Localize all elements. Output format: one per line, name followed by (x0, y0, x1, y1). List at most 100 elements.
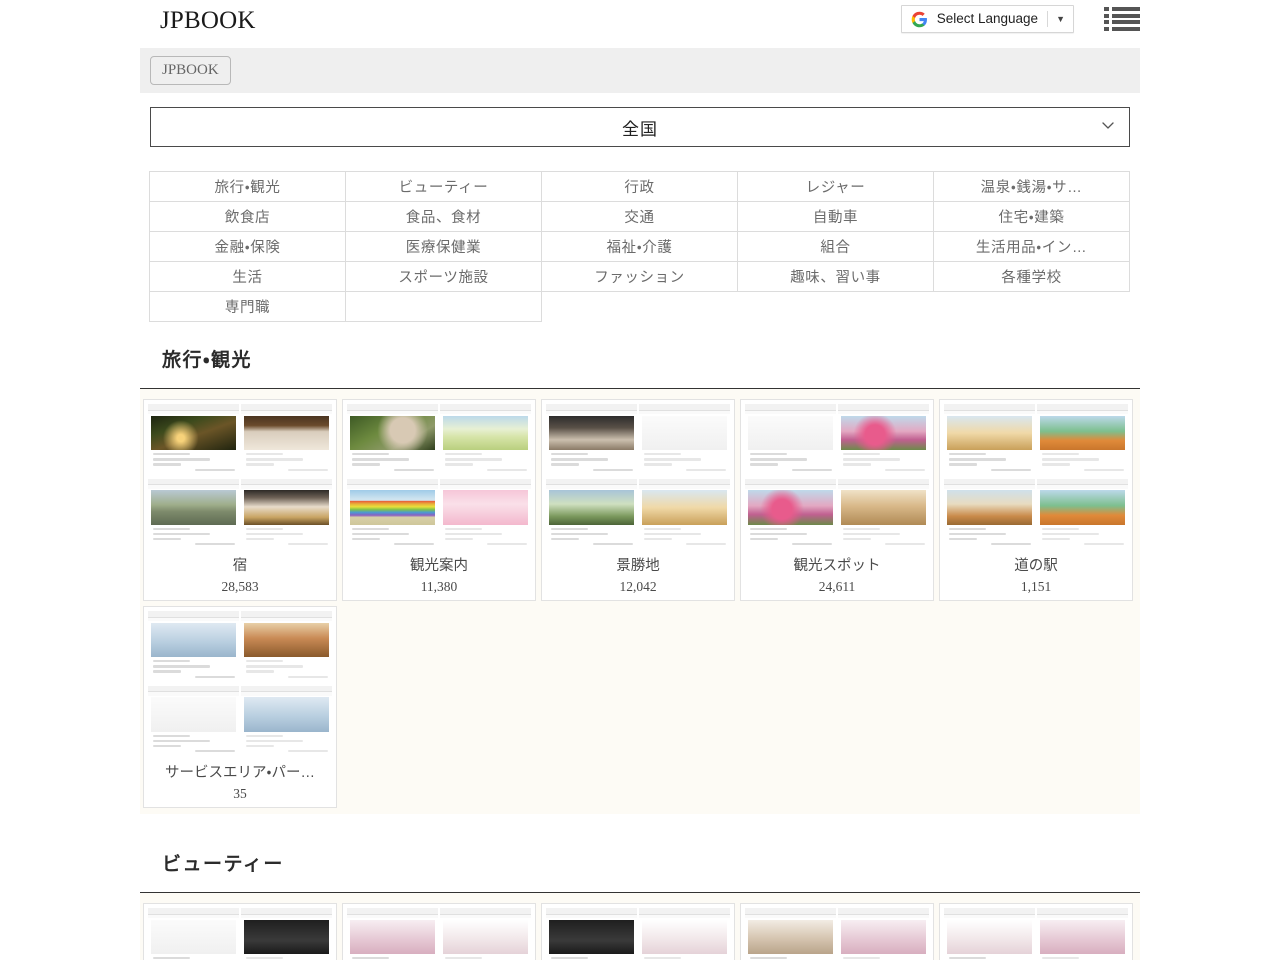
thumb-text-line (1084, 469, 1124, 471)
card-count: 11,380 (347, 577, 531, 600)
thumb-text-line (644, 453, 680, 455)
thumbnail-preview (546, 404, 637, 477)
category-card[interactable] (939, 903, 1133, 960)
card-thumbnail-cell (546, 479, 637, 552)
breadcrumb-item-jpbook[interactable]: JPBOOK (150, 56, 231, 85)
card-count: 24,611 (745, 577, 929, 600)
card-thumbnail-cell (639, 404, 730, 477)
card-label: サービスエリア・パー… (148, 763, 332, 784)
region-select[interactable]: 全国 (150, 107, 1130, 147)
thumb-nav (838, 485, 929, 489)
thumb-text-line (246, 665, 302, 667)
thumb-text-line (843, 533, 899, 535)
category-table-body: 旅行・観光ビューティー行政レジャー温泉・銭湯・サ… 飲食店食品、食材交通自動車住宅… (150, 172, 1130, 322)
thumb-text-line (792, 469, 832, 471)
thumbnail-preview (1037, 404, 1128, 477)
thumbnail-preview (1037, 908, 1128, 960)
thumbnail-preview (639, 404, 730, 477)
thumb-nav (440, 485, 531, 489)
card-thumbnail-cell (347, 908, 438, 960)
thumb-text-line (1042, 957, 1078, 959)
thumb-text-line (246, 735, 282, 737)
category-cell[interactable]: 専門職 (150, 292, 346, 322)
category-cell[interactable]: 組合 (738, 232, 934, 262)
category-card[interactable] (740, 903, 934, 960)
category-card[interactable]: 観光スポット24,611 (740, 399, 934, 601)
category-card[interactable] (541, 903, 735, 960)
category-cell[interactable]: 医療保健業 (346, 232, 542, 262)
thumb-hero-image (642, 490, 728, 525)
category-card[interactable]: サービスエリア・パー…35 (143, 606, 337, 808)
thumb-text-line (949, 453, 985, 455)
thumb-text-line (551, 538, 578, 540)
category-cell[interactable]: 食品、食材 (346, 202, 542, 232)
category-cell[interactable]: 自動車 (738, 202, 934, 232)
category-card[interactable] (143, 903, 337, 960)
category-cell[interactable]: 生活用品・イン… (934, 232, 1130, 262)
card-thumbnail-cell (241, 686, 332, 759)
thumb-text-line (644, 463, 671, 465)
category-cell[interactable]: 生活 (150, 262, 346, 292)
category-card[interactable]: 景勝地12,042 (541, 399, 735, 601)
thumb-text-line (593, 543, 633, 545)
category-cell[interactable]: 住宅・建築 (934, 202, 1130, 232)
category-cell[interactable]: スポーツ施設 (346, 262, 542, 292)
thumb-hero-image (841, 920, 927, 955)
thumb-text-line (288, 676, 328, 678)
thumb-hero-image (748, 416, 834, 451)
google-translate-widget[interactable]: Select Language ▼ (901, 5, 1074, 33)
card-thumbnail-cell (148, 611, 239, 684)
category-cell[interactable]: 旅行・観光 (150, 172, 346, 202)
category-cell[interactable]: 温泉・銭湯・サ… (934, 172, 1130, 202)
category-cell[interactable]: 福祉・介護 (542, 232, 738, 262)
card-thumbnail-cell (745, 404, 836, 477)
thumbnail-preview (944, 479, 1035, 552)
card-thumbnail-grid (148, 908, 332, 960)
card-thumbnail-cell (944, 404, 1035, 477)
thumb-text-line (991, 543, 1031, 545)
menu-bullet (1104, 7, 1109, 11)
category-cell[interactable]: 飲食店 (150, 202, 346, 232)
category-card[interactable]: 観光案内11,380 (342, 399, 536, 601)
thumb-text-line (1042, 458, 1098, 460)
card-thumbnail-cell (838, 908, 929, 960)
category-card[interactable]: 宿28,583 (143, 399, 337, 601)
category-cell[interactable]: 趣味、習い事 (738, 262, 934, 292)
thumb-text-line (445, 528, 481, 530)
card-count: 35 (148, 784, 332, 807)
category-cell[interactable]: 行政 (542, 172, 738, 202)
category-card[interactable]: 道の駅1,151 (939, 399, 1133, 601)
menu-bullet (1104, 20, 1109, 24)
thumb-hero-image (244, 416, 330, 451)
category-cell[interactable]: 各種学校 (934, 262, 1130, 292)
category-cell[interactable]: ビューティー (346, 172, 542, 202)
site-logo[interactable]: JPBOOK (160, 6, 256, 36)
thumb-text-line (1084, 543, 1124, 545)
thumb-text-line (445, 538, 472, 540)
page-root: JPBOOK Select Language ▼ (0, 0, 1280, 960)
card-thumbnail-grid (347, 404, 531, 551)
menu-bullet (1104, 27, 1109, 31)
thumb-hero-image (841, 416, 927, 451)
thumb-text-line (949, 538, 976, 540)
card-thumbnail-cell (639, 908, 730, 960)
menu-line (1104, 20, 1140, 24)
menu-bar (1112, 20, 1140, 24)
thumb-hero-image (841, 490, 927, 525)
thumbnail-preview (838, 479, 929, 552)
thumb-hero-image (1040, 920, 1126, 955)
card-thumbnail-cell (1037, 404, 1128, 477)
list-menu-icon[interactable] (1104, 6, 1140, 32)
category-card[interactable] (342, 903, 536, 960)
thumb-text-line (394, 469, 434, 471)
chevron-down-icon[interactable]: ▼ (1048, 10, 1065, 28)
category-cell[interactable]: 交通 (542, 202, 738, 232)
category-cell[interactable]: レジャー (738, 172, 934, 202)
category-cell[interactable]: 金融・保険 (150, 232, 346, 262)
thumb-text-line (153, 463, 180, 465)
thumbnail-preview (546, 479, 637, 552)
card-label: 観光スポット (745, 556, 929, 577)
thumb-hero-image (151, 623, 237, 658)
menu-bar (1112, 27, 1140, 31)
category-cell[interactable]: ファッション (542, 262, 738, 292)
